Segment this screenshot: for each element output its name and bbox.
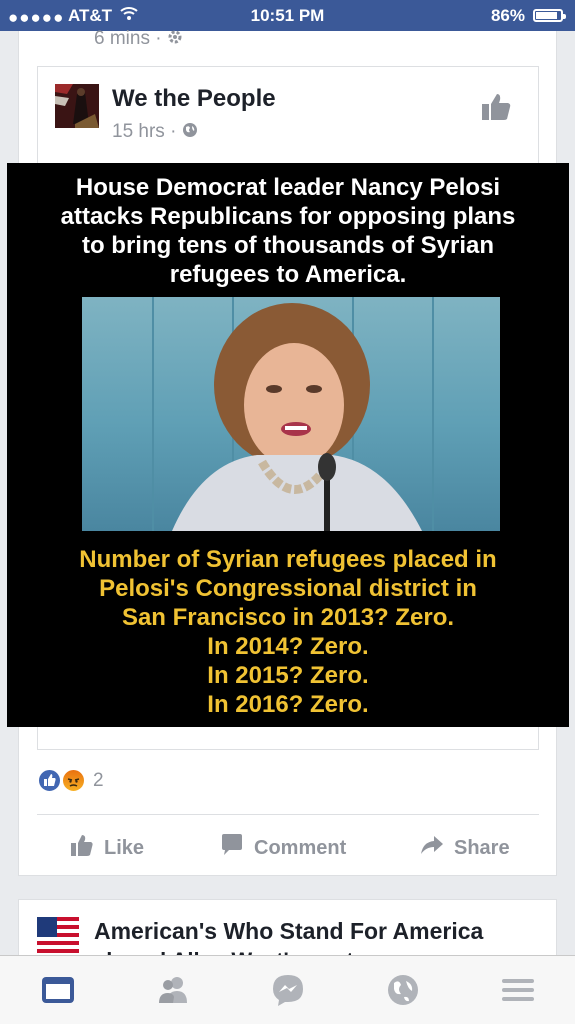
caption-line: Pelosi's Congressional district in — [99, 575, 477, 602]
like-label: Like — [104, 836, 145, 859]
tab-notifications[interactable] — [385, 973, 421, 1007]
reaction-summary[interactable]: 2 — [37, 768, 237, 796]
headline-line: refugees to America. — [169, 261, 407, 288]
next-page-name-link[interactable]: American's Who Stand For America — [94, 918, 483, 945]
globe-icon — [182, 121, 198, 142]
caption-line: In 2014? Zero. — [207, 633, 369, 660]
like-button[interactable]: Like — [70, 834, 144, 862]
speaker-photo — [82, 297, 500, 531]
page-avatar[interactable] — [55, 84, 99, 128]
tab-menu[interactable] — [500, 973, 536, 1007]
reaction-count: 2 — [93, 770, 104, 791]
meme-caption: Number of Syrian refugees placed in Pelo… — [7, 545, 569, 719]
bottom-tab-bar — [0, 955, 575, 1024]
tab-friends[interactable] — [155, 973, 191, 1007]
divider — [37, 814, 539, 815]
share-arrow-icon — [420, 833, 444, 863]
news-feed-icon — [42, 977, 74, 1003]
comment-icon — [220, 833, 244, 863]
thumbs-up-icon — [70, 833, 94, 863]
battery-icon — [533, 9, 566, 22]
angry-reaction-icon — [61, 768, 86, 793]
globe-icon — [388, 975, 418, 1005]
like-reaction-icon — [37, 768, 62, 793]
hamburger-menu-icon — [502, 979, 534, 1001]
post-image[interactable]: House Democrat leader Nancy Pelosi attac… — [7, 163, 569, 727]
meme-headline: House Democrat leader Nancy Pelosi attac… — [7, 173, 569, 289]
caption-line: In 2015? Zero. — [207, 662, 369, 689]
headline-line: attacks Republicans for opposing plans — [60, 203, 516, 230]
post-meta: 15 hrs · — [112, 121, 198, 143]
messenger-icon — [273, 975, 303, 1006]
caption-line: San Francisco in 2013? Zero. — [121, 604, 455, 631]
caption-line: In 2016? Zero. — [207, 691, 369, 718]
friends-icon — [159, 977, 187, 1003]
clock: 10:51 PM — [250, 6, 325, 25]
timestamp[interactable]: 15 hrs · — [112, 121, 176, 142]
tab-messenger[interactable] — [270, 973, 306, 1007]
battery-percent: 86% — [490, 6, 525, 25]
tab-news-feed[interactable] — [40, 973, 76, 1007]
page-name-link[interactable]: We the People — [112, 85, 276, 113]
comment-label: Comment — [254, 836, 347, 859]
comment-button[interactable]: Comment — [220, 834, 346, 862]
headline-line: House Democrat leader Nancy Pelosi — [75, 174, 501, 201]
gear-icon — [167, 28, 183, 49]
status-bar: ●●●●● AT&T 10:51 PM 86% — [0, 0, 575, 31]
caption-line: Number of Syrian refugees placed in — [79, 546, 497, 573]
headline-line: to bring tens of thousands of Syrian — [81, 232, 494, 259]
previous-post-meta: 6 mins · — [94, 28, 183, 50]
share-button[interactable]: Share — [420, 834, 510, 862]
next-page-avatar[interactable] — [37, 917, 79, 959]
timestamp: 6 mins · — [94, 28, 162, 49]
like-page-button[interactable] — [480, 92, 512, 122]
share-label: Share — [454, 836, 510, 859]
